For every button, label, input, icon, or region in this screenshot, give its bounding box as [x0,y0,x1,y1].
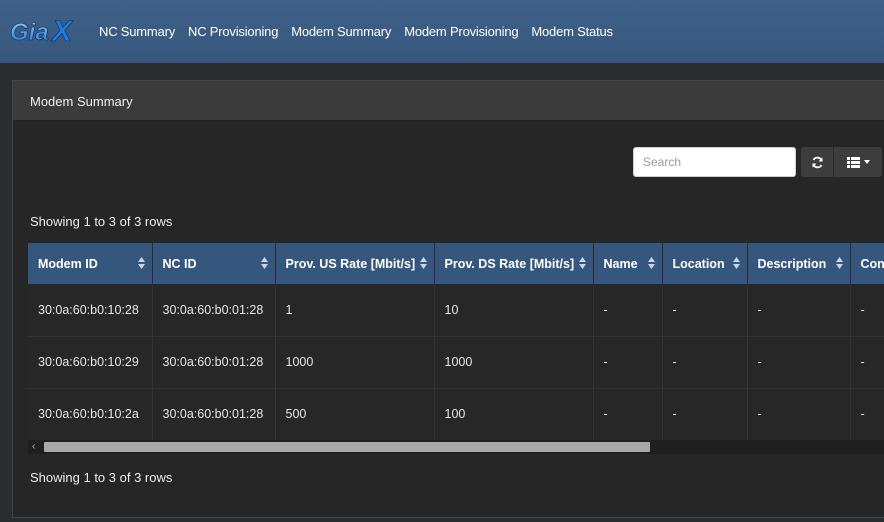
table-header-row: Modem ID NC ID Prov. US Rate [Mbit/s] Pr… [28,243,884,284]
col-header-label: Name [603,256,638,271]
modem-table: Modem ID NC ID Prov. US Rate [Mbit/s] Pr… [28,243,884,441]
panel-title: Modem Summary [13,81,884,121]
horizontal-scrollbar[interactable]: ‹ [28,440,884,454]
nav-modem-provisioning[interactable]: Modem Provisioning [404,24,518,39]
col-header-location[interactable]: Location [662,243,748,284]
col-header-description[interactable]: Description [747,243,851,284]
cell-truncated: - [850,388,884,441]
sort-icon [835,257,843,269]
table-row[interactable]: 30:0a:60:b0:10:28 30:0a:60:b0:01:28 1 10… [28,284,884,337]
cell-name: - [593,388,663,441]
table-toolbar [801,147,882,177]
main-nav: NC Summary NC Provisioning Modem Summary… [99,24,613,39]
top-navbar: Gia X NC Summary NC Provisioning Modem S… [0,0,884,64]
col-header-nc-id[interactable]: NC ID [152,243,276,284]
modem-summary-panel: Modem Summary Search Showing 1 to 3 of 3… [12,80,884,518]
nav-nc-provisioning[interactable]: NC Provisioning [188,24,278,39]
cell-modem-id: 30:0a:60:b0:10:29 [28,336,153,389]
table-row[interactable]: 30:0a:60:b0:10:2a 30:0a:60:b0:01:28 500 … [28,388,884,441]
cell-nc-id: 30:0a:60:b0:01:28 [152,336,276,389]
caret-down-icon [863,160,870,164]
col-header-prov-us-rate[interactable]: Prov. US Rate [Mbit/s] [275,243,435,284]
col-header-name[interactable]: Name [593,243,663,284]
cell-modem-id: 30:0a:60:b0:10:28 [28,284,153,337]
cell-description: - [747,388,851,441]
columns-button[interactable] [834,147,882,177]
sort-icon [647,257,655,269]
page: Gia X NC Summary NC Provisioning Modem S… [0,0,884,522]
col-header-label: Con [860,256,884,271]
cell-ds-rate: 100 [434,388,594,441]
cell-name: - [593,336,663,389]
col-header-label: NC ID [162,256,197,271]
scrollbar-thumb[interactable] [44,442,650,452]
cell-nc-id: 30:0a:60:b0:01:28 [152,284,276,337]
refresh-button[interactable] [801,147,834,177]
cell-us-rate: 1000 [275,336,435,389]
sort-icon [419,257,427,269]
sort-icon [732,257,740,269]
nav-modem-status[interactable]: Modem Status [531,24,613,39]
cell-location: - [662,336,748,389]
scroll-left-icon[interactable]: ‹ [32,442,35,452]
pagination-info-top: Showing 1 to 3 of 3 rows [30,214,173,229]
col-header-label: Modem ID [38,256,98,271]
cell-truncated: - [850,336,884,389]
cell-modem-id: 30:0a:60:b0:10:2a [28,388,153,441]
table-row[interactable]: 30:0a:60:b0:10:29 30:0a:60:b0:01:28 1000… [28,336,884,389]
refresh-icon [811,156,823,168]
cell-truncated: - [850,284,884,337]
cell-description: - [747,336,851,389]
cell-name: - [593,284,663,337]
cell-location: - [662,284,748,337]
col-header-label: Prov. US Rate [Mbit/s] [285,256,416,271]
col-header-label: Location [672,256,725,271]
col-header-label: Description [757,256,827,271]
cell-us-rate: 500 [275,388,435,441]
cell-location: - [662,388,748,441]
svg-text:X: X [50,15,74,48]
search-input[interactable] [633,147,796,177]
modem-table-container: Modem ID NC ID Prov. US Rate [Mbit/s] Pr… [28,243,884,455]
col-header-modem-id[interactable]: Modem ID [28,243,153,284]
sort-icon [260,257,268,269]
cell-us-rate: 1 [275,284,435,337]
sort-icon [137,257,145,269]
cell-nc-id: 30:0a:60:b0:01:28 [152,388,276,441]
col-header-truncated[interactable]: Con [850,243,884,284]
svg-text:Gia: Gia [10,19,49,46]
col-header-prov-ds-rate[interactable]: Prov. DS Rate [Mbit/s] [434,243,594,284]
pagination-info-bottom: Showing 1 to 3 of 3 rows [30,470,173,485]
cell-ds-rate: 1000 [434,336,594,389]
col-header-label: Prov. DS Rate [Mbit/s] [444,256,575,271]
nav-nc-summary[interactable]: NC Summary [99,24,175,39]
cell-description: - [747,284,851,337]
sort-icon [578,257,586,269]
cell-ds-rate: 10 [434,284,594,337]
nav-modem-summary[interactable]: Modem Summary [291,24,391,39]
columns-list-icon [846,156,860,168]
brand-logo[interactable]: Gia X [8,14,84,48]
